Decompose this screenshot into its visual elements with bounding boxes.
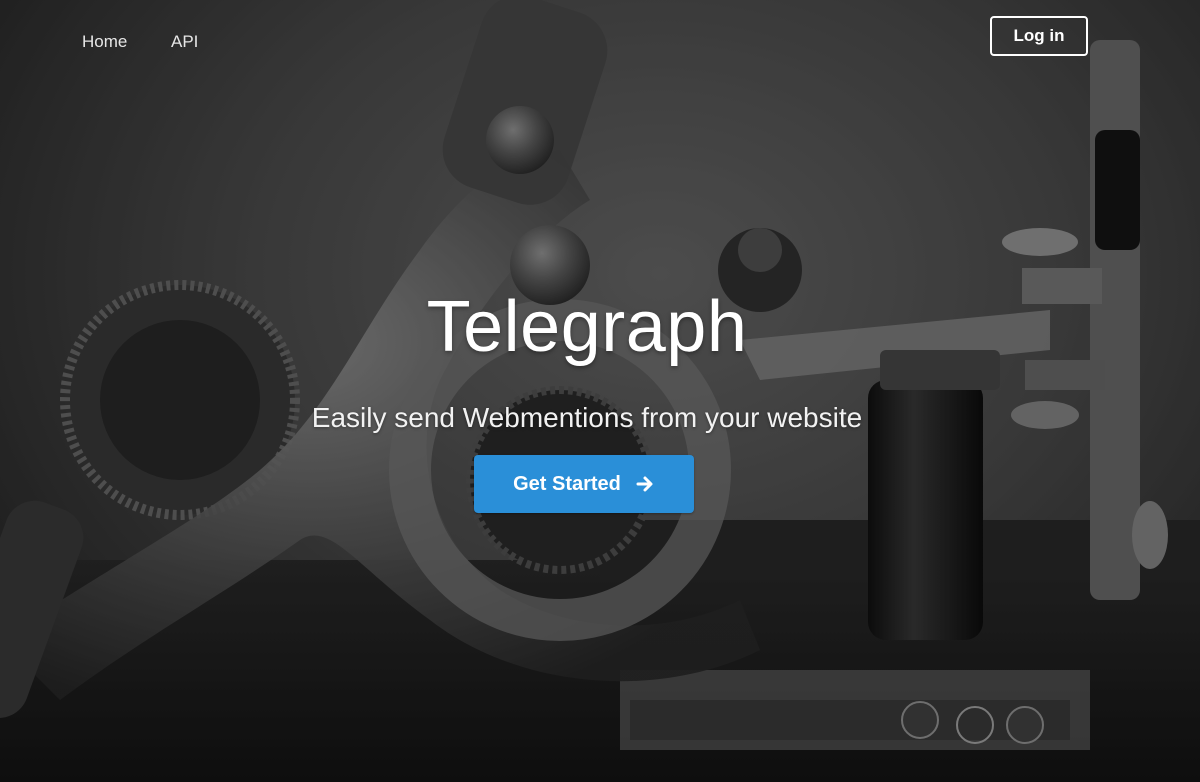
page-title: Telegraph [426,287,748,367]
login-button[interactable]: Log in [990,16,1088,56]
nav-link-api[interactable]: API [171,32,198,52]
top-navigation: Home API Log in [0,0,1200,80]
hero-section: Home API Log in Telegraph Easily send We… [0,0,1200,782]
nav-link-home[interactable]: Home [82,32,127,52]
get-started-label: Get Started [513,472,621,495]
arrow-right-icon [635,474,655,494]
page-subtitle: Easily send Webmentions from your websit… [311,402,863,433]
telegraph-machine-photo [0,0,1200,782]
get-started-button[interactable]: Get Started [474,455,694,513]
